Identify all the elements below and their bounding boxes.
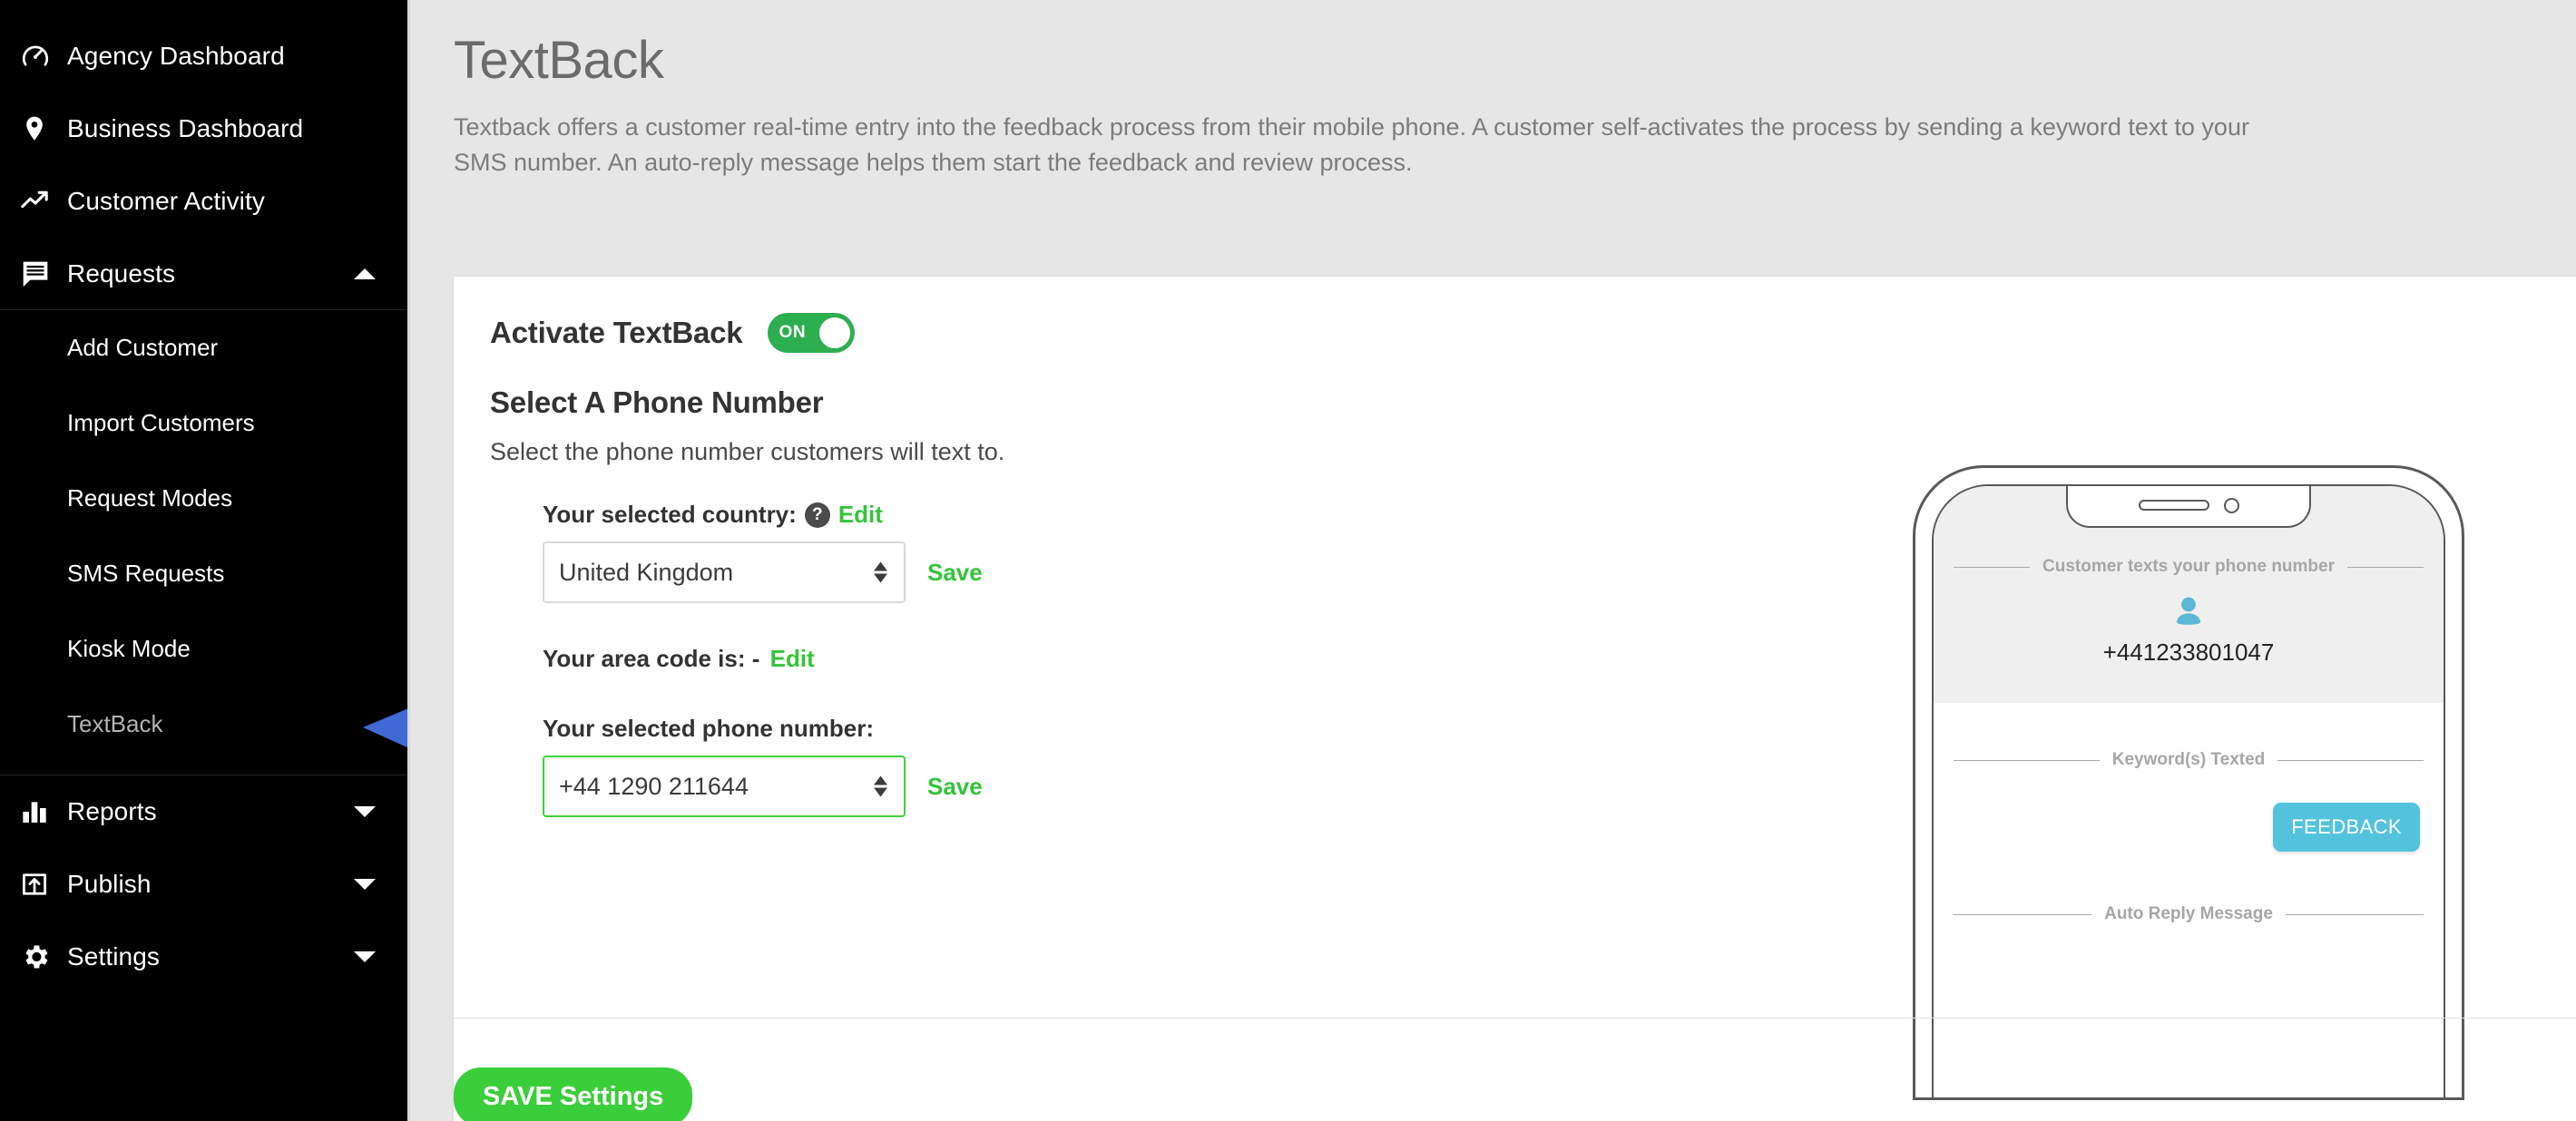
map-pin-icon xyxy=(20,114,67,143)
sidebar-item-business-dashboard[interactable]: Business Dashboard xyxy=(0,93,407,165)
select-phone-number-heading: Select A Phone Number xyxy=(490,385,824,419)
sidebar-subitem-label: TextBack xyxy=(67,710,163,737)
sidebar-item-reports[interactable]: Reports xyxy=(0,775,407,848)
country-select-row: United Kingdom Save xyxy=(543,541,2576,603)
preview-step-3: Auto Reply Message xyxy=(1934,904,2444,933)
phone-number-field-label-row: Your selected phone number: xyxy=(543,715,2576,743)
select-stepper-arrows-icon xyxy=(874,775,887,797)
page-title: TextBack xyxy=(454,31,664,90)
bar-chart-icon xyxy=(20,797,67,826)
sidebar-item-label: Settings xyxy=(67,942,160,970)
sidebar-subitem-textback[interactable]: TextBack xyxy=(0,687,407,762)
sidebar-subitem-label: SMS Requests xyxy=(67,560,225,587)
select-stepper-arrows-icon xyxy=(874,561,887,583)
phone-number-select-row: +44 1290 211644 Save xyxy=(543,755,2576,817)
select-phone-number-subtitle: Select the phone number customers will t… xyxy=(490,438,1005,465)
sidebar-item-label: Reports xyxy=(67,797,157,825)
sidebar-subitem-sms-requests[interactable]: SMS Requests xyxy=(0,536,407,611)
publish-upload-icon xyxy=(20,870,67,899)
sidebar-item-label: Requests xyxy=(67,258,176,288)
sidebar-item-label: Customer Activity xyxy=(67,187,265,215)
country-select-value: United Kingdom xyxy=(559,558,734,586)
speedometer-icon xyxy=(20,41,67,72)
sidebar-subitem-label: Kiosk Mode xyxy=(67,635,191,662)
sidebar-item-label: Agency Dashboard xyxy=(67,42,285,70)
main-content: TextBack Textback offers a customer real… xyxy=(410,0,2576,1121)
sidebar-subitem-label: Import Customers xyxy=(67,409,255,436)
sidebar-item-customer-activity[interactable]: Customer Activity xyxy=(0,165,407,238)
activate-textback-row: Activate TextBack ON xyxy=(490,313,2576,353)
phone-number-form: Your selected country: ? Edit United Kin… xyxy=(543,501,2576,817)
preview-step-3-label: Auto Reply Message xyxy=(1934,904,2444,924)
sidebar-item-requests[interactable]: Requests xyxy=(0,238,407,310)
sidebar-item-label: Business Dashboard xyxy=(67,114,304,142)
sidebar-subitem-request-modes[interactable]: Request Modes xyxy=(0,461,407,536)
area-code-label: Your area code is: - xyxy=(543,645,760,672)
country-save-link[interactable]: Save xyxy=(927,559,983,587)
trend-up-icon xyxy=(20,186,67,217)
area-code-row: Your area code is: - Edit xyxy=(543,645,2576,673)
gear-icon xyxy=(20,941,67,972)
sidebar: Agency Dashboard Business Dashboard Cust… xyxy=(0,0,410,1121)
sidebar-item-publish[interactable]: Publish xyxy=(0,848,407,921)
toggle-knob xyxy=(819,317,851,348)
help-icon[interactable]: ? xyxy=(804,502,830,528)
phone-number-select-value: +44 1290 211644 xyxy=(559,772,749,800)
sidebar-subitem-add-customer[interactable]: Add Customer xyxy=(0,310,407,385)
sidebar-submenu-requests: Add Customer Import Customers Request Mo… xyxy=(0,310,407,775)
chevron-up-icon xyxy=(353,267,377,281)
activate-textback-toggle[interactable]: ON xyxy=(768,313,856,353)
card-divider xyxy=(454,1018,2576,1019)
chevron-down-icon xyxy=(353,804,377,819)
phone-number-field-label: Your selected phone number: xyxy=(543,715,875,742)
sidebar-subitem-label: Request Modes xyxy=(67,484,233,512)
textback-settings-card: Activate TextBack ON Select A Phone Numb… xyxy=(454,277,2576,1121)
page-description: Textback offers a customer real-time ent… xyxy=(454,112,2249,176)
area-code-edit-link[interactable]: Edit xyxy=(770,645,815,672)
app-root: Agency Dashboard Business Dashboard Cust… xyxy=(0,0,2576,1121)
sidebar-subitem-import-customers[interactable]: Import Customers xyxy=(0,385,407,461)
sidebar-item-settings[interactable]: Settings xyxy=(0,921,407,993)
country-select[interactable]: United Kingdom xyxy=(543,541,906,603)
country-field-label: Your selected country: xyxy=(543,501,797,528)
save-settings-button[interactable]: SAVE Settings xyxy=(454,1067,693,1121)
chevron-down-icon xyxy=(353,877,377,892)
chevron-down-icon xyxy=(353,950,377,964)
phone-number-save-link[interactable]: Save xyxy=(927,773,983,801)
message-list-icon xyxy=(20,258,67,289)
phone-number-select[interactable]: +44 1290 211644 xyxy=(543,755,906,817)
toggle-state-label: ON xyxy=(779,323,807,342)
country-field-label-row: Your selected country: ? Edit xyxy=(543,501,2576,529)
sidebar-subitem-kiosk-mode[interactable]: Kiosk Mode xyxy=(0,611,407,687)
page-header: TextBack Textback offers a customer real… xyxy=(410,0,2576,180)
sidebar-item-agency-dashboard[interactable]: Agency Dashboard xyxy=(0,20,407,93)
activate-textback-label: Activate TextBack xyxy=(490,316,743,349)
sidebar-item-label: Publish xyxy=(67,870,152,898)
sidebar-subitem-label: Add Customer xyxy=(67,334,219,361)
country-edit-link[interactable]: Edit xyxy=(838,501,883,529)
